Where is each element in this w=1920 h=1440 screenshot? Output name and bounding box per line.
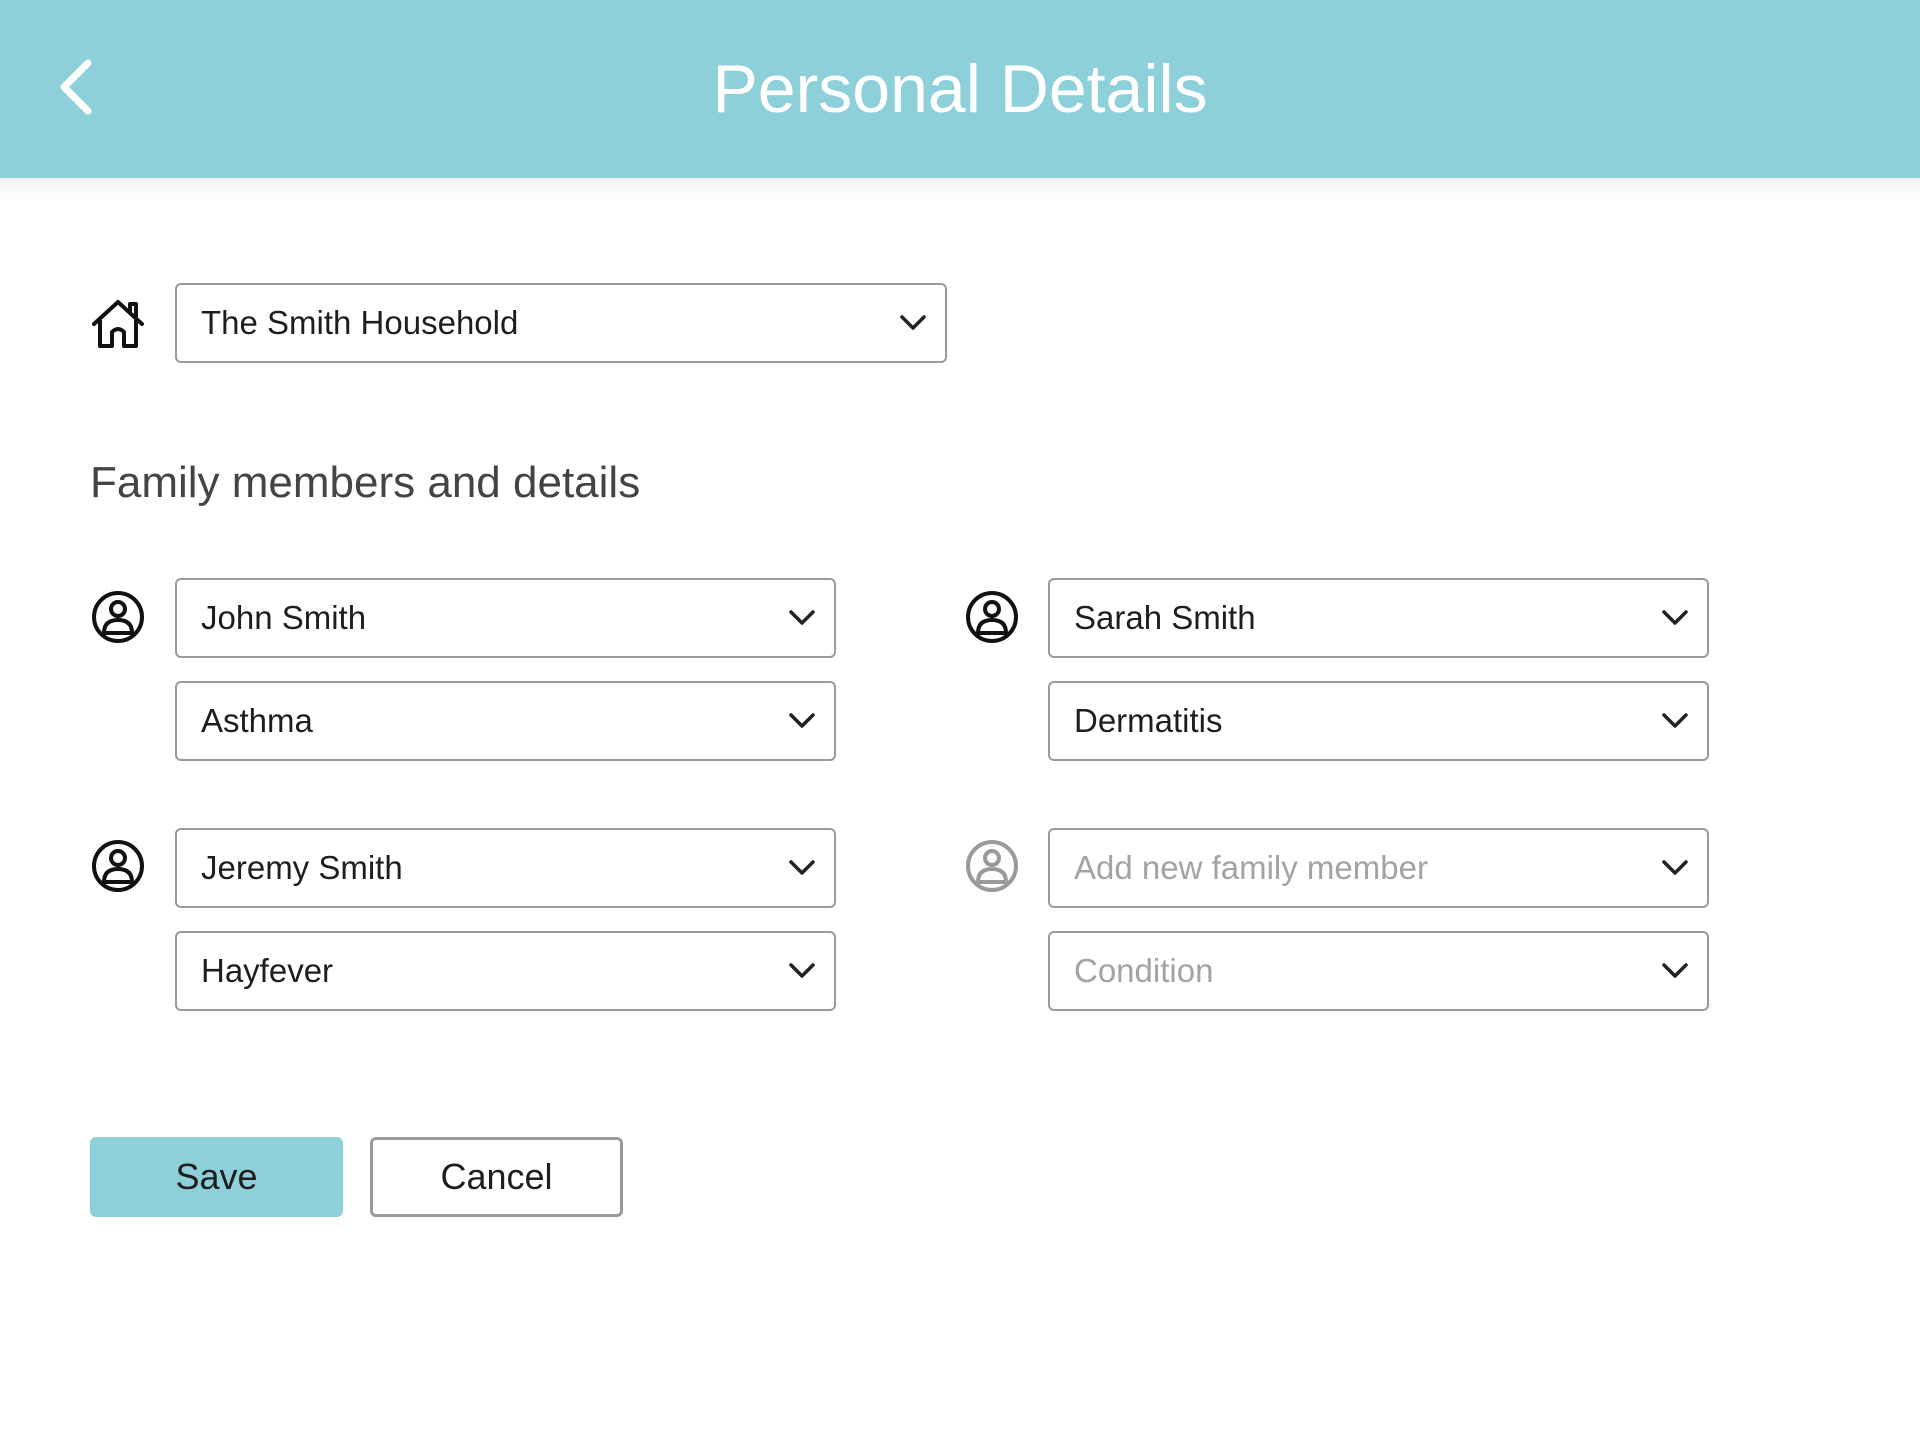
cancel-button[interactable]: Cancel (370, 1137, 623, 1217)
header-divider (0, 178, 1920, 196)
household-select[interactable]: The Smith Household (175, 283, 947, 363)
member-condition-value: Asthma (201, 702, 313, 739)
user-circle-icon (966, 840, 1018, 892)
new-member-select[interactable]: Add new family member (1048, 828, 1709, 908)
member-name-select[interactable]: Sarah Smith (1048, 578, 1709, 658)
new-member-condition-placeholder: Condition (1074, 952, 1214, 989)
user-circle-icon (92, 840, 144, 892)
member-condition-value: Hayfever (201, 952, 334, 989)
chevron-down-icon (1662, 713, 1688, 728)
header-bar: Personal Details (0, 0, 1920, 178)
household-select-value: The Smith Household (201, 304, 519, 341)
chevron-down-icon (900, 315, 926, 330)
new-member-condition-select[interactable]: Condition (1048, 931, 1709, 1011)
chevron-down-icon (789, 610, 815, 625)
user-circle-icon (966, 591, 1018, 643)
personal-details-screen: Personal Details The Smith Household Fam… (0, 0, 1920, 1440)
chevron-down-icon (789, 963, 815, 978)
chevron-down-icon (1662, 963, 1688, 978)
chevron-down-icon (789, 860, 815, 875)
member-condition-select[interactable]: Asthma (175, 681, 836, 761)
member-name-value: John Smith (201, 599, 367, 636)
save-button[interactable]: Save (90, 1137, 343, 1217)
home-icon (92, 300, 144, 348)
member-condition-select[interactable]: Dermatitis (1048, 681, 1709, 761)
member-condition-value: Dermatitis (1074, 702, 1223, 739)
chevron-down-icon (1662, 860, 1688, 875)
chevron-down-icon (1662, 610, 1688, 625)
member-condition-select[interactable]: Hayfever (175, 931, 836, 1011)
member-name-select[interactable]: Jeremy Smith (175, 828, 836, 908)
new-member-placeholder: Add new family member (1074, 849, 1428, 886)
member-name-value: Sarah Smith (1074, 599, 1256, 636)
member-name-value: Jeremy Smith (201, 849, 403, 886)
page-title: Personal Details (712, 51, 1208, 127)
chevron-down-icon (789, 713, 815, 728)
family-section-title: Family members and details (90, 458, 641, 507)
user-circle-icon (92, 591, 144, 643)
member-name-select[interactable]: John Smith (175, 578, 836, 658)
